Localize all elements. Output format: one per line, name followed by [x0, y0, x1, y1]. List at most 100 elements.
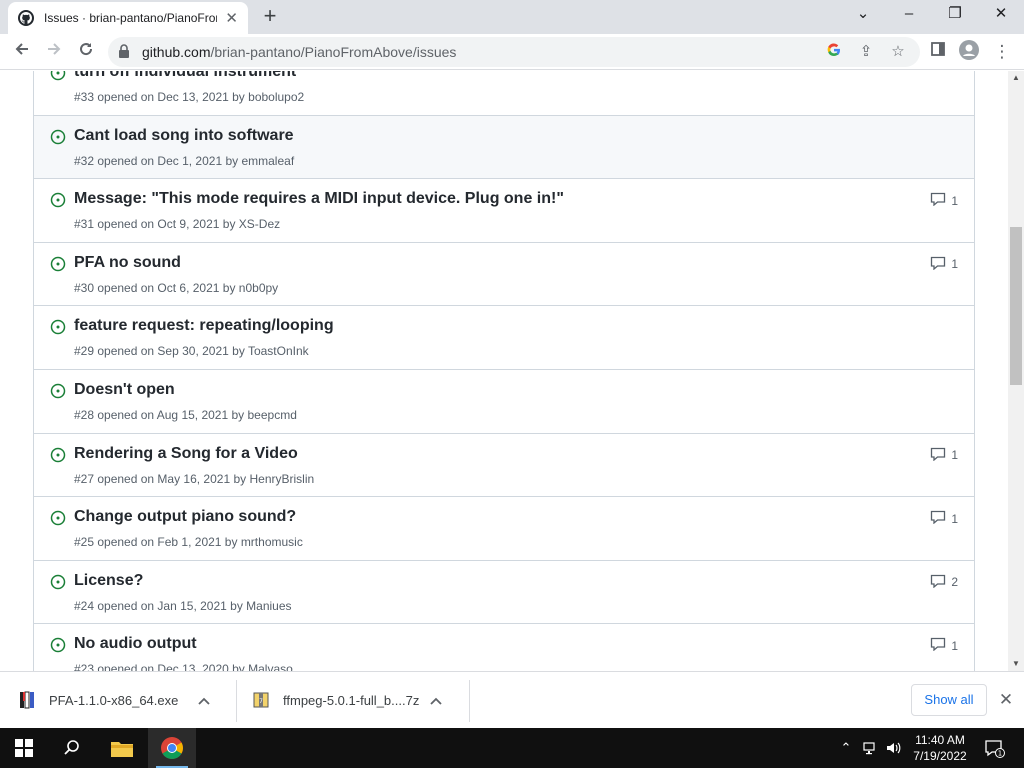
issue-title-link[interactable]: Cant load song into software	[74, 127, 294, 145]
download-filename: ffmpeg-5.0.1-full_b....7z	[283, 693, 420, 708]
comment-count-link[interactable]: 2	[930, 574, 958, 591]
back-icon[interactable]	[10, 40, 34, 64]
comment-icon	[930, 510, 951, 527]
comment-count: 1	[951, 448, 958, 463]
scroll-up-arrow-icon[interactable]: ▲	[1008, 71, 1024, 85]
open-issue-icon	[50, 447, 66, 463]
comment-count-link[interactable]: 1	[930, 192, 958, 209]
issue-row[interactable]: feature request: repeating/looping #29 op…	[34, 305, 974, 369]
issue-meta: #31 opened on Oct 9, 2021 by XS-Dez	[74, 217, 281, 232]
tab-search-icon[interactable]: ⌄	[840, 0, 886, 30]
archive-file-icon: 7	[252, 691, 274, 711]
issue-author-link[interactable]: Malvaso	[248, 662, 293, 671]
download-item-pfa[interactable]: PFA-1.1.0-x86_64.exe	[18, 672, 198, 729]
address-bar[interactable]: github.com/brian-pantano/PianoFromAbove/…	[108, 37, 920, 67]
open-issue-icon	[50, 574, 66, 590]
issues-list: turn off individual instrument #33 opened…	[33, 71, 975, 671]
issue-author-link[interactable]: beepcmd	[248, 408, 297, 422]
side-panel-icon[interactable]	[926, 40, 950, 64]
comment-icon	[930, 256, 951, 273]
network-icon[interactable]	[860, 728, 882, 768]
issue-author-link[interactable]: n0b0py	[239, 281, 278, 295]
page-scrollbar[interactable]: ▲ ▼	[1008, 71, 1024, 671]
minimize-icon[interactable]: –	[886, 0, 932, 30]
issue-row[interactable]: Cant load song into software #32 opened o…	[34, 114, 974, 179]
issue-title-link[interactable]: Change output piano sound?	[74, 508, 296, 526]
clock-date: 7/19/2022	[913, 749, 967, 763]
comment-count-link[interactable]: 1	[930, 447, 958, 464]
file-explorer-icon[interactable]	[98, 728, 146, 768]
issue-title-link[interactable]: Rendering a Song for a Video	[74, 445, 298, 463]
share-icon[interactable]: ⇪	[856, 42, 876, 62]
system-clock[interactable]: 11:40 AM 7/19/2022	[905, 732, 975, 764]
download-options-chevron-icon[interactable]	[198, 672, 210, 729]
download-options-chevron-icon[interactable]	[430, 672, 442, 729]
issue-row[interactable]: Change output piano sound? #25 opened on …	[34, 496, 974, 560]
download-item-ffmpeg[interactable]: 7 ffmpeg-5.0.1-full_b....7z	[252, 672, 432, 729]
open-issue-icon	[50, 71, 66, 81]
comment-count: 2	[951, 575, 958, 590]
issue-row[interactable]: No audio output #23 opened on Dec 13, 202…	[34, 623, 974, 671]
issue-author-link[interactable]: Maniues	[246, 599, 291, 613]
github-icon	[18, 10, 34, 26]
issue-meta: #29 opened on Sep 30, 2021 by ToastOnInk	[74, 344, 309, 359]
windows-start-icon[interactable]	[0, 728, 48, 768]
issue-row[interactable]: Rendering a Song for a Video #27 opened o…	[34, 432, 974, 497]
issue-author-link[interactable]: ToastOnInk	[248, 344, 309, 358]
download-separator	[469, 680, 470, 722]
svg-text:7: 7	[259, 698, 263, 705]
issue-title-link[interactable]: No audio output	[74, 635, 197, 653]
issue-row[interactable]: PFA no sound #30 opened on Oct 6, 2021 by…	[34, 241, 974, 306]
comment-count: 1	[951, 511, 958, 526]
issue-author-link[interactable]: HenryBrislin	[249, 472, 314, 486]
open-issue-icon	[50, 256, 66, 272]
scrollbar-thumb[interactable]	[1010, 227, 1022, 385]
issue-author-link[interactable]: mrthomusic	[241, 535, 303, 549]
issue-row[interactable]: License? #24 opened on Jan 15, 2021 by Ma…	[34, 559, 974, 624]
scroll-down-arrow-icon[interactable]: ▼	[1008, 657, 1024, 671]
issue-row[interactable]: Doesn't open #28 opened on Aug 15, 2021 b…	[34, 368, 974, 433]
open-issue-icon	[50, 383, 66, 399]
open-issue-icon	[50, 319, 66, 335]
volume-icon[interactable]	[884, 728, 904, 768]
issue-row[interactable]: Message: "This mode requires a MIDI inpu…	[34, 178, 974, 242]
issue-title-link[interactable]: Doesn't open	[74, 381, 175, 399]
issue-meta: #30 opened on Oct 6, 2021 by n0b0py	[74, 280, 279, 295]
clock-time: 11:40 AM	[915, 733, 965, 747]
new-tab-button[interactable]: +	[258, 5, 282, 29]
issue-row[interactable]: turn off individual instrument #33 opened…	[34, 71, 974, 115]
issue-title-link[interactable]: PFA no sound	[74, 254, 181, 272]
reload-icon[interactable]	[74, 40, 98, 64]
comment-icon	[930, 447, 951, 464]
search-icon[interactable]	[48, 728, 96, 768]
issue-author-link[interactable]: XS-Dez	[239, 217, 280, 231]
issue-title-link[interactable]: License?	[74, 572, 143, 590]
download-filename: PFA-1.1.0-x86_64.exe	[49, 693, 179, 708]
google-translate-icon[interactable]	[824, 42, 844, 62]
issue-title-link[interactable]: turn off individual instrument	[74, 71, 296, 81]
bookmark-star-icon[interactable]: ☆	[888, 42, 908, 62]
issue-author-link[interactable]: bobolupo2	[248, 90, 304, 104]
show-hidden-icons-chevron[interactable]: ⌃	[836, 728, 856, 768]
forward-icon[interactable]	[42, 40, 66, 64]
url-text[interactable]: github.com/brian-pantano/PianoFromAbove/…	[142, 44, 456, 60]
restore-icon[interactable]: ❐	[932, 0, 978, 30]
window-close-icon[interactable]: ✕	[978, 0, 1024, 30]
comment-count-link[interactable]: 1	[930, 510, 958, 527]
tab-close-icon[interactable]: ✕	[225, 9, 238, 27]
profile-avatar-icon[interactable]	[957, 40, 981, 64]
issue-title-link[interactable]: Message: "This mode requires a MIDI inpu…	[74, 190, 564, 208]
comment-icon	[930, 574, 951, 591]
issue-title-link[interactable]: feature request: repeating/looping	[74, 317, 334, 335]
issue-author-link[interactable]: emmaleaf	[241, 154, 294, 168]
issue-meta: #32 opened on Dec 1, 2021 by emmaleaf	[74, 153, 295, 168]
show-all-downloads-button[interactable]: Show all	[911, 684, 987, 716]
notifications-icon[interactable]: 1	[980, 728, 1010, 768]
comment-count-link[interactable]: 1	[930, 256, 958, 273]
browser-tab-issues[interactable]: Issues · brian-pantano/PianoFromAbove ✕	[8, 2, 248, 34]
close-downloads-bar-icon[interactable]: ✕	[996, 688, 1016, 712]
browser-menu-icon[interactable]: ⋮	[990, 40, 1014, 64]
lock-icon[interactable]	[118, 44, 132, 60]
comment-count-link[interactable]: 1	[930, 637, 958, 654]
chrome-taskbar-icon[interactable]	[148, 728, 196, 768]
